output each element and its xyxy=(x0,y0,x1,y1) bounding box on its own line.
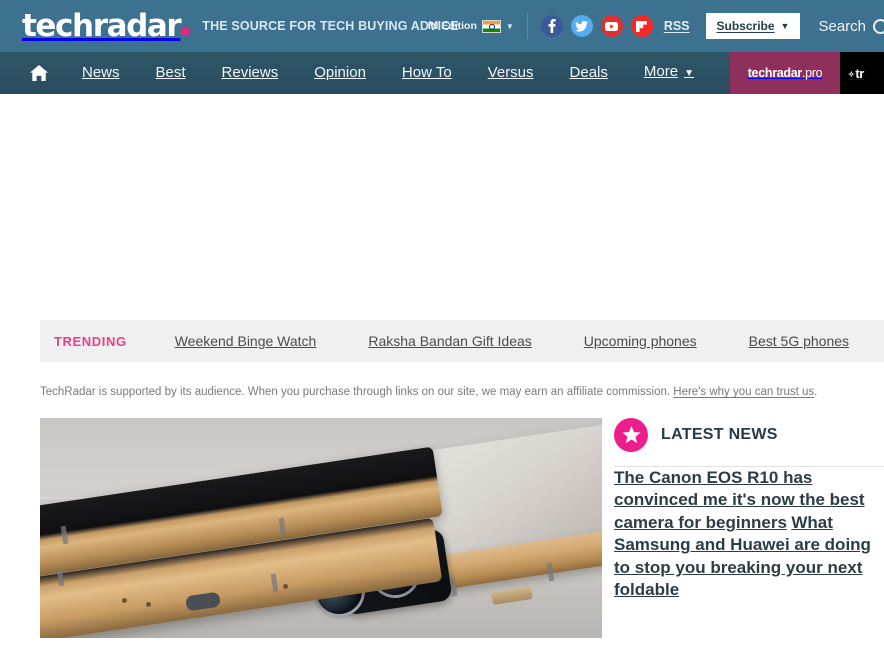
advertisement-slot xyxy=(0,94,884,320)
india-flag-icon xyxy=(481,19,501,33)
trending-label: TRENDING xyxy=(54,333,127,349)
nav-brand-blocks: techradar.pro ✧tr xyxy=(730,52,884,94)
chevron-down-icon: ▼ xyxy=(780,21,790,31)
pro-brand-light: .pro xyxy=(801,66,823,80)
trending-item-best-5g-phones[interactable]: Best 5G phones xyxy=(749,333,849,349)
logo-dot xyxy=(182,27,190,35)
hero-article-image[interactable] xyxy=(40,418,602,638)
main-navigation: News Best Reviews Opinion How To Versus … xyxy=(0,52,884,94)
photo-detail-dot xyxy=(146,602,151,607)
star-icon xyxy=(614,418,648,452)
partner-brand-link[interactable]: ✧tr xyxy=(840,52,884,94)
techradar-pro-link[interactable]: techradar.pro xyxy=(730,52,840,94)
twitter-icon[interactable] xyxy=(570,15,593,37)
search-icon xyxy=(873,18,884,34)
facebook-icon[interactable] xyxy=(540,15,563,37)
logo-text: techradar xyxy=(22,7,182,44)
nav-item-news[interactable]: News xyxy=(64,52,138,94)
main-content: LATEST NEWS The Canon EOS R10 has convin… xyxy=(0,398,884,638)
affiliate-disclosure: TechRadar is supported by its audience. … xyxy=(0,362,884,398)
edition-selector[interactable]: IN Edition ▼ xyxy=(427,19,514,33)
site-tagline: THE SOURCE FOR TECH BUYING ADVICE xyxy=(202,19,459,33)
nav-item-deals[interactable]: Deals xyxy=(552,52,626,94)
latest-news-sidebar: LATEST NEWS The Canon EOS R10 has convin… xyxy=(602,418,884,638)
nav-item-versus[interactable]: Versus xyxy=(470,52,552,94)
header-divider xyxy=(526,13,528,39)
chevron-down-icon: ▼ xyxy=(505,21,514,31)
subscribe-label: Subscribe xyxy=(716,19,775,33)
trending-bar-wrapper: TRENDING Weekend Binge Watch Raksha Band… xyxy=(0,320,884,362)
latest-news-title: LATEST NEWS xyxy=(661,426,778,443)
nav-home[interactable] xyxy=(0,65,64,81)
disclosure-period: . xyxy=(814,386,818,398)
nav-item-reviews[interactable]: Reviews xyxy=(204,52,297,94)
trending-item-weekend-binge-watch[interactable]: Weekend Binge Watch xyxy=(175,333,317,349)
photo-detail-dot xyxy=(283,584,288,589)
rss-link[interactable]: RSS xyxy=(664,19,690,33)
home-icon xyxy=(30,65,48,81)
site-header: techradar THE SOURCE FOR TECH BUYING ADV… xyxy=(0,0,884,52)
nav-item-opinion[interactable]: Opinion xyxy=(296,52,384,94)
search-label: Search xyxy=(818,17,866,35)
trending-item-upcoming-phones[interactable]: Upcoming phones xyxy=(584,333,697,349)
edition-label: IN Edition xyxy=(427,20,477,32)
partner-brand-text: tr xyxy=(855,65,864,81)
photo-detail-dot xyxy=(122,598,127,603)
youtube-icon[interactable] xyxy=(600,15,623,37)
search-button[interactable]: Search xyxy=(818,18,884,35)
diamond-icon: ✧ xyxy=(848,69,855,79)
chevron-down-icon: ▼ xyxy=(684,68,694,79)
header-utilities: IN Edition ▼ RSS Subscribe ▼ Search xyxy=(428,0,884,52)
site-logo[interactable]: techradar xyxy=(22,7,190,44)
trending-bar: TRENDING Weekend Binge Watch Raksha Band… xyxy=(40,320,884,362)
social-links xyxy=(540,15,653,37)
nav-item-best[interactable]: Best xyxy=(138,52,204,94)
pro-brand-bold: techradar xyxy=(747,66,803,80)
nav-items: News Best Reviews Opinion How To Versus … xyxy=(0,52,712,94)
trust-us-link[interactable]: Here's why you can trust us xyxy=(673,386,814,398)
subscribe-button[interactable]: Subscribe ▼ xyxy=(705,13,801,39)
nav-item-more-label: More xyxy=(643,63,679,80)
flipboard-icon[interactable] xyxy=(630,15,653,37)
nav-item-how-to[interactable]: How To xyxy=(384,52,470,94)
nav-item-more[interactable]: More ▼ xyxy=(626,52,712,94)
trending-item-raksha-bandan-gift-ideas[interactable]: Raksha Bandan Gift Ideas xyxy=(368,333,531,349)
disclosure-text: TechRadar is supported by its audience. … xyxy=(40,386,674,398)
